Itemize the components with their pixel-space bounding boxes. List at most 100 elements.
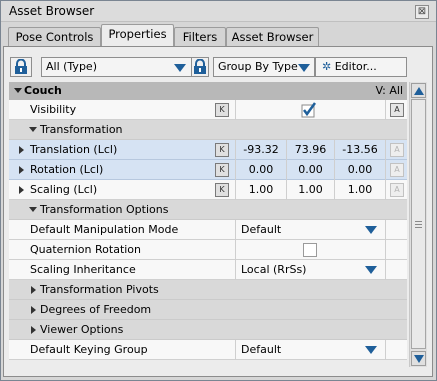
value-y[interactable]: 73.96 [288, 143, 333, 156]
properties-toolbar: All (Type) Group By Type ✲ Editor... [4, 57, 430, 79]
value-z[interactable]: 1.00 [336, 183, 384, 196]
tab-pose-controls[interactable]: Pose Controls [8, 27, 101, 47]
close-icon[interactable]: ⊠ [415, 5, 429, 19]
value-z[interactable]: 0.00 [336, 163, 384, 176]
expand-icon[interactable] [31, 286, 36, 294]
value-x[interactable]: 1.00 [237, 183, 285, 196]
scaling-inheritance-select[interactable]: Local (RrSs) [241, 263, 306, 276]
group-label: Viewer Options [40, 323, 124, 336]
key-button[interactable]: K [215, 163, 229, 177]
group-label: Transformation Options [40, 203, 169, 216]
editor-label: Editor... [334, 60, 377, 73]
property-label: Default Manipulation Mode [30, 223, 179, 236]
object-name: Couch [24, 84, 62, 97]
column-divider [286, 180, 287, 200]
collapse-icon[interactable] [29, 207, 37, 212]
group-row-transformation-pivots[interactable]: Transformation Pivots [9, 280, 407, 300]
property-label: Visibility [30, 103, 77, 116]
editor-button[interactable]: ✲ Editor... [315, 57, 407, 77]
type-filter-select[interactable]: All (Type) [41, 57, 192, 77]
scroll-thumb[interactable] [411, 99, 426, 349]
object-header-row[interactable]: Couch V: All [9, 82, 407, 100]
property-grid: Couch V: All Visibility K A Transformati… [9, 82, 407, 367]
column-divider [385, 180, 386, 200]
column-divider [385, 140, 386, 160]
value-x[interactable]: 0.00 [237, 163, 285, 176]
collapse-icon[interactable] [14, 88, 22, 93]
column-divider [385, 260, 386, 280]
key-button[interactable]: K [215, 143, 229, 157]
property-label: Default Keying Group [30, 343, 148, 356]
visibility-checkbox[interactable] [301, 102, 317, 118]
animate-button[interactable]: A [390, 143, 404, 157]
chevron-down-icon [174, 64, 186, 72]
chevron-down-icon[interactable] [365, 226, 377, 234]
column-divider [286, 140, 287, 160]
property-label: Scaling (Lcl) [30, 183, 98, 196]
chevron-down-icon [298, 64, 310, 72]
column-divider [385, 240, 386, 260]
value-y[interactable]: 1.00 [288, 183, 333, 196]
expand-icon[interactable] [31, 306, 36, 314]
column-divider [235, 140, 236, 160]
expand-icon[interactable] [19, 146, 24, 154]
key-button[interactable]: K [215, 183, 229, 197]
scroll-up-button[interactable] [411, 83, 426, 98]
property-row-scaling-inheritance: Scaling Inheritance Local (RrSs) [9, 260, 407, 280]
scroll-down-button[interactable] [411, 351, 426, 366]
gear-icon: ✲ [322, 60, 332, 73]
column-divider [235, 340, 236, 360]
expand-icon[interactable] [19, 166, 24, 174]
vertical-scrollbar[interactable] [409, 82, 427, 367]
collapse-icon[interactable] [29, 127, 37, 132]
property-label: Translation (Lcl) [30, 143, 118, 156]
column-divider [286, 160, 287, 180]
property-row-visibility: Visibility K A [9, 100, 407, 120]
arrow-down-icon [414, 355, 424, 363]
tab-properties[interactable]: Properties [101, 24, 174, 48]
column-divider [385, 100, 386, 120]
group-row-transformation-options[interactable]: Transformation Options [9, 200, 407, 220]
property-label: Scaling Inheritance [30, 263, 136, 276]
property-row-manipulation-mode: Default Manipulation Mode Default [9, 220, 407, 240]
value-z[interactable]: -13.56 [336, 143, 384, 156]
group-label: Transformation [40, 123, 123, 136]
property-row-quaternion-rotation: Quaternion Rotation [9, 240, 407, 260]
expand-icon[interactable] [31, 326, 36, 334]
group-row-transformation[interactable]: Transformation [9, 120, 407, 140]
title-bar: Asset Browser ⊠ [1, 1, 436, 22]
property-row-scaling: Scaling (Lcl) K 1.00 1.00 1.00 A [9, 180, 407, 200]
group-row-degrees-of-freedom[interactable]: Degrees of Freedom [9, 300, 407, 320]
keying-group-select[interactable]: Default [241, 343, 281, 356]
property-row-keying-group: Default Keying Group Default [9, 340, 407, 360]
property-row-translation: Translation (Lcl) K -93.32 73.96 -13.56 … [9, 140, 407, 160]
tab-asset-browser[interactable]: Asset Browser [226, 27, 319, 47]
property-row-rotation: Rotation (Lcl) K 0.00 0.00 0.00 A [9, 160, 407, 180]
lock-button[interactable] [10, 57, 32, 77]
value-x[interactable]: -93.32 [237, 143, 285, 156]
chevron-down-icon[interactable] [365, 346, 377, 354]
grip-icon [415, 221, 422, 222]
column-divider [385, 340, 386, 360]
animate-button[interactable]: A [390, 163, 404, 177]
group-by-select[interactable]: Group By Type [213, 57, 315, 77]
tab-filters[interactable]: Filters [174, 27, 226, 47]
animate-button[interactable]: A [390, 183, 404, 197]
type-lock-button[interactable] [191, 57, 209, 77]
group-by-value: Group By Type [218, 60, 298, 73]
chevron-down-icon[interactable] [365, 266, 377, 274]
column-divider [235, 100, 236, 120]
arrow-up-icon [414, 87, 424, 95]
visibility-filter-label: V: All [375, 84, 403, 97]
quaternion-checkbox[interactable] [303, 243, 317, 257]
manipulation-mode-select[interactable]: Default [241, 223, 281, 236]
column-divider [235, 180, 236, 200]
key-button[interactable]: K [215, 103, 229, 117]
expand-icon[interactable] [19, 186, 24, 194]
value-y[interactable]: 0.00 [288, 163, 333, 176]
column-divider [334, 140, 335, 160]
group-row-viewer-options[interactable]: Viewer Options [9, 320, 407, 340]
tab-bar: Pose Controls Properties Filters Asset B… [1, 22, 436, 48]
column-divider [334, 160, 335, 180]
animate-button[interactable]: A [390, 103, 404, 117]
